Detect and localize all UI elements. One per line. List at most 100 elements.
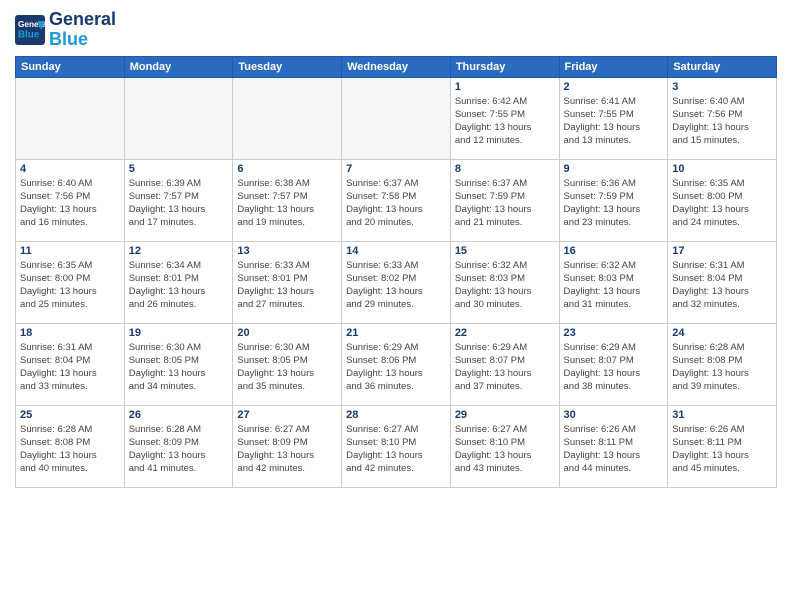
- day-info: Sunrise: 6:42 AMSunset: 7:55 PMDaylight:…: [455, 95, 555, 148]
- day-cell-28: 28Sunrise: 6:27 AMSunset: 8:10 PMDayligh…: [342, 405, 451, 487]
- day-number: 5: [129, 163, 229, 175]
- day-number: 10: [672, 163, 772, 175]
- logo-icon: General Blue: [15, 15, 45, 45]
- empty-cell: [342, 77, 451, 159]
- day-number: 18: [20, 327, 120, 339]
- day-info: Sunrise: 6:37 AMSunset: 7:59 PMDaylight:…: [455, 177, 555, 230]
- day-cell-24: 24 Sunrise: 6:28 AMSunset: 8:08 PMDayligh…: [668, 323, 777, 405]
- day-number: 26: [129, 409, 229, 421]
- day-cell-31: 31 Sunrise: 6:26 AMSunset: 8:11 PMDayligh…: [668, 405, 777, 487]
- day-number: 14: [346, 245, 446, 257]
- page: General Blue GeneralBlue SundayMondayTue…: [0, 0, 792, 612]
- day-number: 9: [564, 163, 664, 175]
- day-info: Sunrise: 6:28 AMSunset: 8:08 PMDaylight:…: [672, 341, 772, 394]
- day-number: 29: [455, 409, 555, 421]
- weekday-thursday: Thursday: [450, 56, 559, 77]
- day-info: Sunrise: 6:27 AMSunset: 8:10 PMDaylight:…: [455, 423, 555, 476]
- day-number: 28: [346, 409, 446, 421]
- logo-text: GeneralBlue: [49, 10, 116, 50]
- day-info: Sunrise: 6:26 AMSunset: 8:11 PMDaylight:…: [672, 423, 772, 476]
- day-number: 13: [237, 245, 337, 257]
- calendar-table: SundayMondayTuesdayWednesdayThursdayFrid…: [15, 56, 777, 488]
- weekday-tuesday: Tuesday: [233, 56, 342, 77]
- day-cell-6: 6 Sunrise: 6:38 AMSunset: 7:57 PMDaylight…: [233, 159, 342, 241]
- day-number: 27: [237, 409, 337, 421]
- day-cell-20: 20Sunrise: 6:30 AMSunset: 8:05 PMDayligh…: [233, 323, 342, 405]
- day-info: Sunrise: 6:40 AMSunset: 7:56 PMDaylight:…: [20, 177, 120, 230]
- weekday-friday: Friday: [559, 56, 668, 77]
- day-number: 25: [20, 409, 120, 421]
- day-info: Sunrise: 6:41 AMSunset: 7:55 PMDaylight:…: [564, 95, 664, 148]
- day-info: Sunrise: 6:28 AMSunset: 8:08 PMDaylight:…: [20, 423, 120, 476]
- day-number: 22: [455, 327, 555, 339]
- day-cell-11: 11 Sunrise: 6:35 AMSunset: 8:00 PMDayligh…: [16, 241, 125, 323]
- day-cell-23: 23 Sunrise: 6:29 AMSunset: 8:07 PMDayligh…: [559, 323, 668, 405]
- day-cell-30: 30 Sunrise: 6:26 AMSunset: 8:11 PMDayligh…: [559, 405, 668, 487]
- day-cell-5: 5Sunrise: 6:39 AMSunset: 7:57 PMDaylight…: [124, 159, 233, 241]
- day-cell-9: 9 Sunrise: 6:36 AMSunset: 7:59 PMDaylight…: [559, 159, 668, 241]
- day-cell-1: 1Sunrise: 6:42 AMSunset: 7:55 PMDaylight…: [450, 77, 559, 159]
- day-info: Sunrise: 6:29 AMSunset: 8:07 PMDaylight:…: [455, 341, 555, 394]
- day-cell-17: 17Sunrise: 6:31 AMSunset: 8:04 PMDayligh…: [668, 241, 777, 323]
- week-row-5: 25 Sunrise: 6:28 AMSunset: 8:08 PMDayligh…: [16, 405, 777, 487]
- weekday-header-row: SundayMondayTuesdayWednesdayThursdayFrid…: [16, 56, 777, 77]
- day-cell-21: 21 Sunrise: 6:29 AMSunset: 8:06 PMDayligh…: [342, 323, 451, 405]
- day-cell-26: 26 Sunrise: 6:28 AMSunset: 8:09 PMDayligh…: [124, 405, 233, 487]
- day-info: Sunrise: 6:29 AMSunset: 8:07 PMDaylight:…: [564, 341, 664, 394]
- day-number: 15: [455, 245, 555, 257]
- header: General Blue GeneralBlue: [15, 10, 777, 50]
- day-info: Sunrise: 6:27 AMSunset: 8:09 PMDaylight:…: [237, 423, 337, 476]
- day-number: 21: [346, 327, 446, 339]
- day-number: 23: [564, 327, 664, 339]
- day-cell-27: 27 Sunrise: 6:27 AMSunset: 8:09 PMDayligh…: [233, 405, 342, 487]
- day-cell-12: 12Sunrise: 6:34 AMSunset: 8:01 PMDayligh…: [124, 241, 233, 323]
- week-row-3: 11 Sunrise: 6:35 AMSunset: 8:00 PMDayligh…: [16, 241, 777, 323]
- day-cell-15: 15 Sunrise: 6:32 AMSunset: 8:03 PMDayligh…: [450, 241, 559, 323]
- day-info: Sunrise: 6:32 AMSunset: 8:03 PMDaylight:…: [455, 259, 555, 312]
- day-cell-10: 10 Sunrise: 6:35 AMSunset: 8:00 PMDayligh…: [668, 159, 777, 241]
- day-info: Sunrise: 6:36 AMSunset: 7:59 PMDaylight:…: [564, 177, 664, 230]
- day-number: 24: [672, 327, 772, 339]
- day-number: 2: [564, 81, 664, 93]
- day-cell-2: 2 Sunrise: 6:41 AMSunset: 7:55 PMDaylight…: [559, 77, 668, 159]
- empty-cell: [16, 77, 125, 159]
- day-info: Sunrise: 6:38 AMSunset: 7:57 PMDaylight:…: [237, 177, 337, 230]
- empty-cell: [124, 77, 233, 159]
- day-info: Sunrise: 6:30 AMSunset: 8:05 PMDaylight:…: [237, 341, 337, 394]
- logo: General Blue GeneralBlue: [15, 10, 116, 50]
- day-info: Sunrise: 6:32 AMSunset: 8:03 PMDaylight:…: [564, 259, 664, 312]
- day-info: Sunrise: 6:29 AMSunset: 8:06 PMDaylight:…: [346, 341, 446, 394]
- day-cell-18: 18 Sunrise: 6:31 AMSunset: 8:04 PMDayligh…: [16, 323, 125, 405]
- day-info: Sunrise: 6:35 AMSunset: 8:00 PMDaylight:…: [672, 177, 772, 230]
- svg-text:Blue: Blue: [18, 29, 40, 40]
- weekday-wednesday: Wednesday: [342, 56, 451, 77]
- day-info: Sunrise: 6:37 AMSunset: 7:58 PMDaylight:…: [346, 177, 446, 230]
- week-row-4: 18 Sunrise: 6:31 AMSunset: 8:04 PMDayligh…: [16, 323, 777, 405]
- week-row-2: 4 Sunrise: 6:40 AMSunset: 7:56 PMDaylight…: [16, 159, 777, 241]
- day-cell-8: 8Sunrise: 6:37 AMSunset: 7:59 PMDaylight…: [450, 159, 559, 241]
- day-cell-29: 29 Sunrise: 6:27 AMSunset: 8:10 PMDayligh…: [450, 405, 559, 487]
- day-info: Sunrise: 6:28 AMSunset: 8:09 PMDaylight:…: [129, 423, 229, 476]
- day-cell-4: 4 Sunrise: 6:40 AMSunset: 7:56 PMDaylight…: [16, 159, 125, 241]
- day-cell-7: 7 Sunrise: 6:37 AMSunset: 7:58 PMDaylight…: [342, 159, 451, 241]
- day-info: Sunrise: 6:33 AMSunset: 8:02 PMDaylight:…: [346, 259, 446, 312]
- day-info: Sunrise: 6:33 AMSunset: 8:01 PMDaylight:…: [237, 259, 337, 312]
- day-number: 11: [20, 245, 120, 257]
- day-number: 3: [672, 81, 772, 93]
- day-cell-13: 13 Sunrise: 6:33 AMSunset: 8:01 PMDayligh…: [233, 241, 342, 323]
- day-info: Sunrise: 6:40 AMSunset: 7:56 PMDaylight:…: [672, 95, 772, 148]
- weekday-saturday: Saturday: [668, 56, 777, 77]
- day-number: 17: [672, 245, 772, 257]
- day-number: 31: [672, 409, 772, 421]
- day-info: Sunrise: 6:31 AMSunset: 8:04 PMDaylight:…: [20, 341, 120, 394]
- day-cell-16: 16Sunrise: 6:32 AMSunset: 8:03 PMDayligh…: [559, 241, 668, 323]
- weekday-monday: Monday: [124, 56, 233, 77]
- day-number: 7: [346, 163, 446, 175]
- day-number: 4: [20, 163, 120, 175]
- day-number: 30: [564, 409, 664, 421]
- day-info: Sunrise: 6:35 AMSunset: 8:00 PMDaylight:…: [20, 259, 120, 312]
- day-number: 19: [129, 327, 229, 339]
- day-cell-19: 19Sunrise: 6:30 AMSunset: 8:05 PMDayligh…: [124, 323, 233, 405]
- day-number: 6: [237, 163, 337, 175]
- day-info: Sunrise: 6:26 AMSunset: 8:11 PMDaylight:…: [564, 423, 664, 476]
